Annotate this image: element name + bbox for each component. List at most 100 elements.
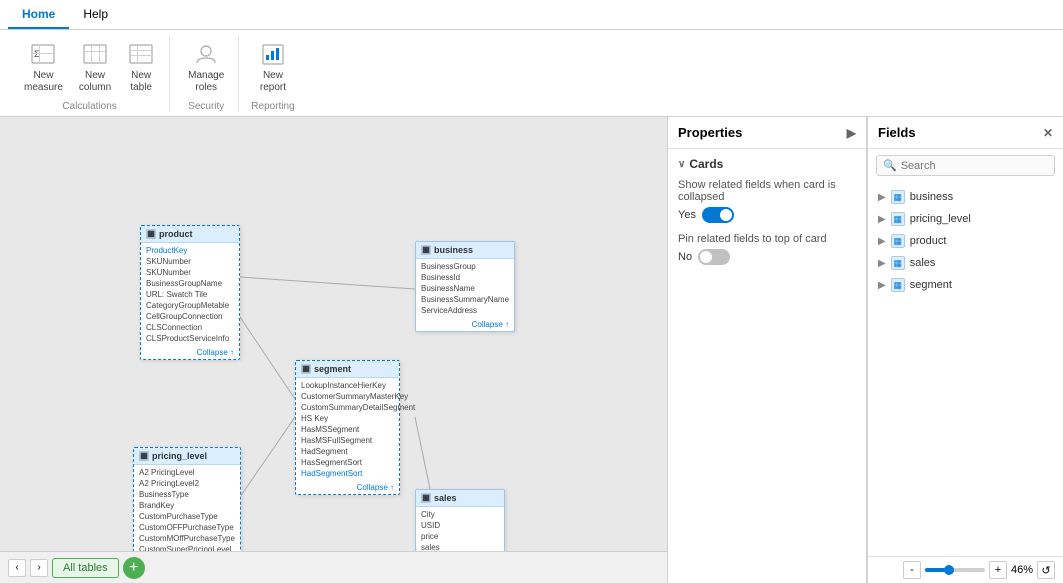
manage-roles-icon (192, 40, 220, 68)
pricing-level-table-icon: ▦ (891, 212, 905, 226)
show-related-fields-prop: Show related fields when card is collaps… (678, 179, 856, 223)
business-expand-icon: ▶ (878, 192, 886, 203)
all-tables-tab[interactable]: All tables (52, 558, 119, 578)
fields-search-box[interactable]: 🔍 (876, 155, 1055, 176)
security-group-label: Security (188, 101, 224, 112)
business-table-icon: ▦ (891, 190, 905, 204)
sales-node-title: sales (434, 493, 457, 503)
add-tab-button[interactable]: + (123, 557, 145, 579)
zoom-slider[interactable] (925, 568, 985, 572)
segment-node-title: segment (314, 364, 351, 374)
search-icon: 🔍 (883, 159, 897, 172)
canvas-area[interactable]: ▦ product ProductKey SKUNumber SKUNumber… (0, 117, 667, 583)
segment-collapse[interactable]: Collapse ↑ (296, 481, 399, 494)
zoom-out-button[interactable]: - (903, 561, 921, 579)
sales-field-label: sales (910, 257, 936, 269)
business-node-title: business (434, 245, 473, 255)
segment-node-icon: ▦ (301, 364, 311, 374)
pin-related-fields-text: No (678, 251, 692, 263)
nav-prev-button[interactable]: ‹ (8, 559, 26, 577)
segment-row-0: LookupInstanceHierKey (301, 380, 394, 391)
properties-cards-section: ∨ Cards Show related fields when card is… (668, 149, 866, 283)
new-measure-button[interactable]: Σ Newmeasure (18, 36, 69, 98)
main-layout: ▦ product ProductKey SKUNumber SKUNumber… (0, 117, 1063, 583)
product-field-label: product (910, 235, 947, 247)
new-table-button[interactable]: Newtable (121, 36, 161, 98)
pricing-level-node-header: ▦ pricing_level (134, 448, 240, 465)
product-expand-icon: ▶ (878, 236, 886, 247)
pin-related-fields-value: No (678, 249, 856, 265)
product-node-title: product (159, 229, 193, 239)
connector-lines (0, 117, 667, 583)
fields-panel-title: Fields (878, 125, 916, 140)
product-row-0: ProductKey (146, 245, 234, 256)
show-related-fields-value: Yes (678, 207, 856, 223)
zoom-reset-button[interactable]: ↺ (1037, 561, 1055, 579)
zoom-in-button[interactable]: + (989, 561, 1007, 579)
field-item-pricing-level[interactable]: ▶ ▦ pricing_level (868, 208, 1063, 230)
sales-row-2: price (421, 531, 499, 542)
show-related-fields-toggle[interactable] (702, 207, 734, 223)
business-row-0: BusinessGroup (421, 261, 509, 272)
sales-expand-icon: ▶ (878, 258, 886, 269)
manage-roles-button[interactable]: Manageroles (182, 36, 230, 98)
new-report-button[interactable]: Newreport (253, 36, 293, 98)
properties-panel-header: Properties ▶ (668, 117, 866, 149)
product-collapse[interactable]: Collapse ↑ (141, 346, 239, 359)
business-node-header: ▦ business (416, 242, 514, 259)
fields-panel-header: Fields ✕ (868, 117, 1063, 149)
reporting-group-label: Reporting (251, 101, 294, 112)
pricing-level-row-0: A2 PricingLevel (139, 467, 235, 478)
fields-panel-collapse[interactable]: ✕ (1043, 126, 1053, 140)
segment-node-header: ▦ segment (296, 361, 399, 378)
business-field-label: business (910, 191, 953, 203)
field-item-business[interactable]: ▶ ▦ business (868, 186, 1063, 208)
product-row-6: CellGroupConnection (146, 311, 234, 322)
new-column-label: Newcolumn (79, 70, 111, 94)
pricing-level-expand-icon: ▶ (878, 214, 886, 225)
business-node-body: BusinessGroup BusinessId BusinessName Bu… (416, 259, 514, 318)
segment-row-5: HasMSFullSegment (301, 435, 394, 446)
new-column-icon (81, 40, 109, 68)
business-row-1: BusinessId (421, 272, 509, 283)
new-column-button[interactable]: Newcolumn (73, 36, 117, 98)
pin-related-fields-label: Pin related fields to top of card (678, 233, 856, 245)
fields-search-input[interactable] (901, 160, 1048, 172)
nav-next-button[interactable]: › (30, 559, 48, 577)
product-row-2: SKUNumber (146, 267, 234, 278)
zoom-slider-knob (944, 565, 954, 575)
pricing-level-row-2: BusinessType (139, 489, 235, 500)
segment-field-label: segment (910, 279, 952, 291)
pricing-level-row-5: CustomOFFPurchaseType (139, 522, 235, 533)
segment-row-8: HadSegmentSort (301, 468, 394, 479)
pricing-level-node-body: A2 PricingLevel A2 PricingLevel2 Busines… (134, 465, 240, 557)
field-item-sales[interactable]: ▶ ▦ sales (868, 252, 1063, 274)
new-table-icon (127, 40, 155, 68)
segment-row-4: HasMSSegment (301, 424, 394, 435)
pricing-level-field-label: pricing_level (910, 213, 971, 225)
nav-tab-home[interactable]: Home (8, 1, 69, 29)
properties-panel-expand[interactable]: ▶ (847, 126, 856, 140)
sales-node-header: ▦ sales (416, 490, 504, 507)
fields-list: ▶ ▦ business ▶ ▦ pricing_level ▶ ▦ produ… (868, 182, 1063, 556)
new-table-label: Newtable (130, 70, 152, 94)
show-related-fields-label: Show related fields when card is collaps… (678, 179, 856, 203)
segment-node: ▦ segment LookupInstanceHierKey Customer… (295, 360, 400, 495)
business-collapse[interactable]: Collapse ↑ (416, 318, 514, 331)
pin-related-fields-prop: Pin related fields to top of card No (678, 233, 856, 265)
field-item-segment[interactable]: ▶ ▦ segment (868, 274, 1063, 296)
pin-related-fields-toggle[interactable] (698, 249, 730, 265)
manage-roles-label: Manageroles (188, 70, 224, 94)
field-item-product[interactable]: ▶ ▦ product (868, 230, 1063, 252)
nav-tab-help[interactable]: Help (69, 1, 122, 29)
product-row-3: BusinessGroupName (146, 278, 234, 289)
show-related-fields-knob (720, 209, 732, 221)
pricing-level-node-icon: ▦ (139, 451, 149, 461)
new-report-label: Newreport (260, 70, 286, 94)
ribbon-group-security: Manageroles Security (174, 36, 239, 112)
product-row-8: CLSProductServiceInfo (146, 333, 234, 344)
product-node-body: ProductKey SKUNumber SKUNumber BusinessG… (141, 243, 239, 346)
ribbon-group-calculations: Σ Newmeasure Newcolumn Newtable Calculat… (10, 36, 170, 112)
pricing-level-row-6: CustomMOffPurchaseType (139, 533, 235, 544)
segment-node-body: LookupInstanceHierKey CustomerSummaryMas… (296, 378, 399, 481)
